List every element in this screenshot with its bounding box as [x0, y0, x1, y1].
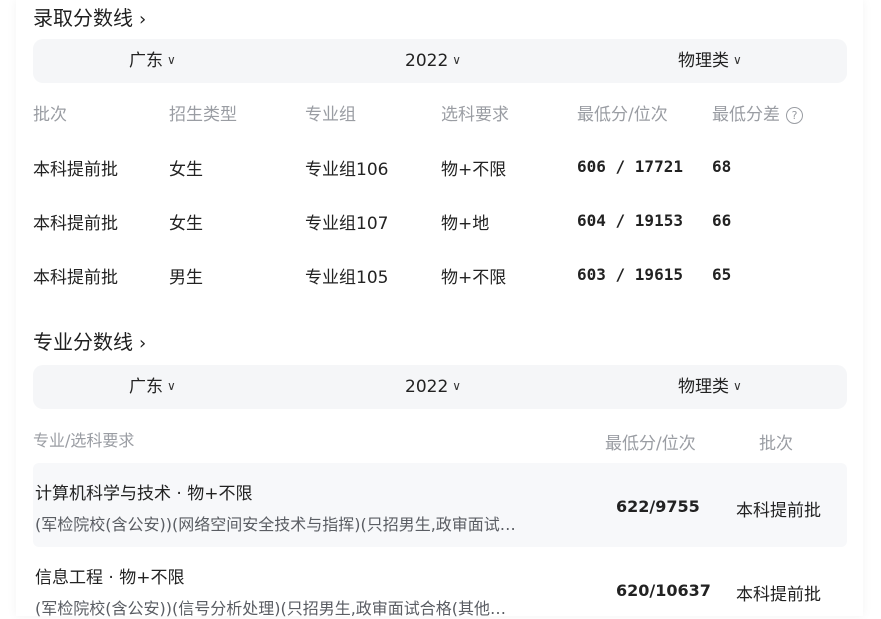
header-diff-text: 最低分差	[712, 105, 780, 125]
header-batch: 批次	[33, 105, 67, 125]
header-group: 专业组	[305, 105, 356, 125]
cell-batch: 本科提前批	[33, 160, 118, 180]
subject-type-value: 物理类	[678, 51, 729, 71]
cell-score-rank: 603 / 19615	[577, 265, 683, 284]
header-type: 招生类型	[169, 105, 237, 125]
cell-batch: 本科提前批	[33, 214, 118, 234]
admission-score-title[interactable]: 录取分数线 ›	[33, 2, 146, 31]
chevron-right-icon: ›	[139, 333, 147, 354]
cell-diff: 68	[712, 157, 732, 176]
cell-subjects: 物+地	[441, 214, 490, 234]
year-select[interactable]: 2022 ∨	[405, 39, 461, 83]
cell-type: 男生	[169, 268, 203, 288]
cell-group: 专业组106	[305, 160, 389, 180]
province-select[interactable]: 广东 ∨	[129, 365, 176, 409]
header-score-rank: 最低分/位次	[577, 105, 668, 125]
year-select[interactable]: 2022 ∨	[405, 365, 461, 409]
major-detail: (军检院校(含公安))(网络空间安全技术与指挥)(只招男生,政审面试…	[35, 515, 516, 534]
header-diff: 最低分差?	[712, 100, 803, 125]
major-batch: 本科提前批	[736, 585, 821, 605]
header-batch: 批次	[759, 434, 793, 454]
major-score-rank: 622/9755	[616, 497, 700, 516]
chevron-down-icon: ∨	[733, 379, 742, 393]
cell-group: 专业组105	[305, 268, 389, 288]
list-item[interactable]: 计算机科学与技术 · 物+不限 (军检院校(含公安))(网络空间安全技术与指挥)…	[33, 463, 847, 547]
chevron-down-icon: ∨	[452, 379, 462, 393]
header-major: 专业/选科要求	[33, 431, 135, 450]
chevron-down-icon: ∨	[167, 53, 176, 67]
province-select[interactable]: 广东 ∨	[129, 39, 176, 83]
major-detail: (军检院校(含公安))(信号分析处理)(只招男生,政审面试合格(其他…	[35, 599, 507, 618]
major-batch: 本科提前批	[736, 501, 821, 521]
year-value: 2022	[405, 51, 449, 71]
year-value: 2022	[405, 377, 449, 397]
chevron-down-icon: ∨	[167, 379, 176, 393]
major-filter-bar: 广东 ∨ 2022 ∨ 物理类 ∨	[33, 365, 847, 409]
admission-filter-bar: 广东 ∨ 2022 ∨ 物理类 ∨	[33, 39, 847, 83]
major-score-title[interactable]: 专业分数线 ›	[33, 326, 146, 355]
chevron-down-icon: ∨	[452, 53, 462, 67]
subject-type-value: 物理类	[678, 377, 729, 397]
major-name: 信息工程 · 物+不限	[35, 568, 185, 588]
subject-type-select[interactable]: 物理类 ∨	[678, 39, 742, 83]
major-title-text: 专业分数线	[33, 330, 133, 354]
admission-title-text: 录取分数线	[33, 6, 133, 30]
header-score-rank: 最低分/位次	[605, 434, 696, 454]
list-item[interactable]: 信息工程 · 物+不限 (军检院校(含公安))(信号分析处理)(只招男生,政审面…	[33, 553, 847, 618]
cell-batch: 本科提前批	[33, 268, 118, 288]
cell-subjects: 物+不限	[441, 160, 507, 180]
header-subjects: 选科要求	[441, 105, 509, 125]
cell-diff: 66	[712, 211, 732, 230]
province-value: 广东	[129, 377, 163, 397]
question-circle-icon[interactable]: ?	[786, 107, 803, 124]
cell-type: 女生	[169, 214, 203, 234]
cell-score-rank: 604 / 19153	[577, 211, 683, 230]
subject-type-select[interactable]: 物理类 ∨	[678, 365, 742, 409]
cell-group: 专业组107	[305, 214, 389, 234]
cell-score-rank: 606 / 17721	[577, 157, 683, 176]
chevron-right-icon: ›	[139, 9, 147, 30]
cell-subjects: 物+不限	[441, 268, 507, 288]
province-value: 广东	[129, 51, 163, 71]
major-score-rank: 620/10637	[616, 581, 711, 600]
major-name: 计算机科学与技术 · 物+不限	[35, 484, 253, 504]
cell-diff: 65	[712, 265, 732, 284]
cell-type: 女生	[169, 160, 203, 180]
chevron-down-icon: ∨	[733, 53, 742, 67]
